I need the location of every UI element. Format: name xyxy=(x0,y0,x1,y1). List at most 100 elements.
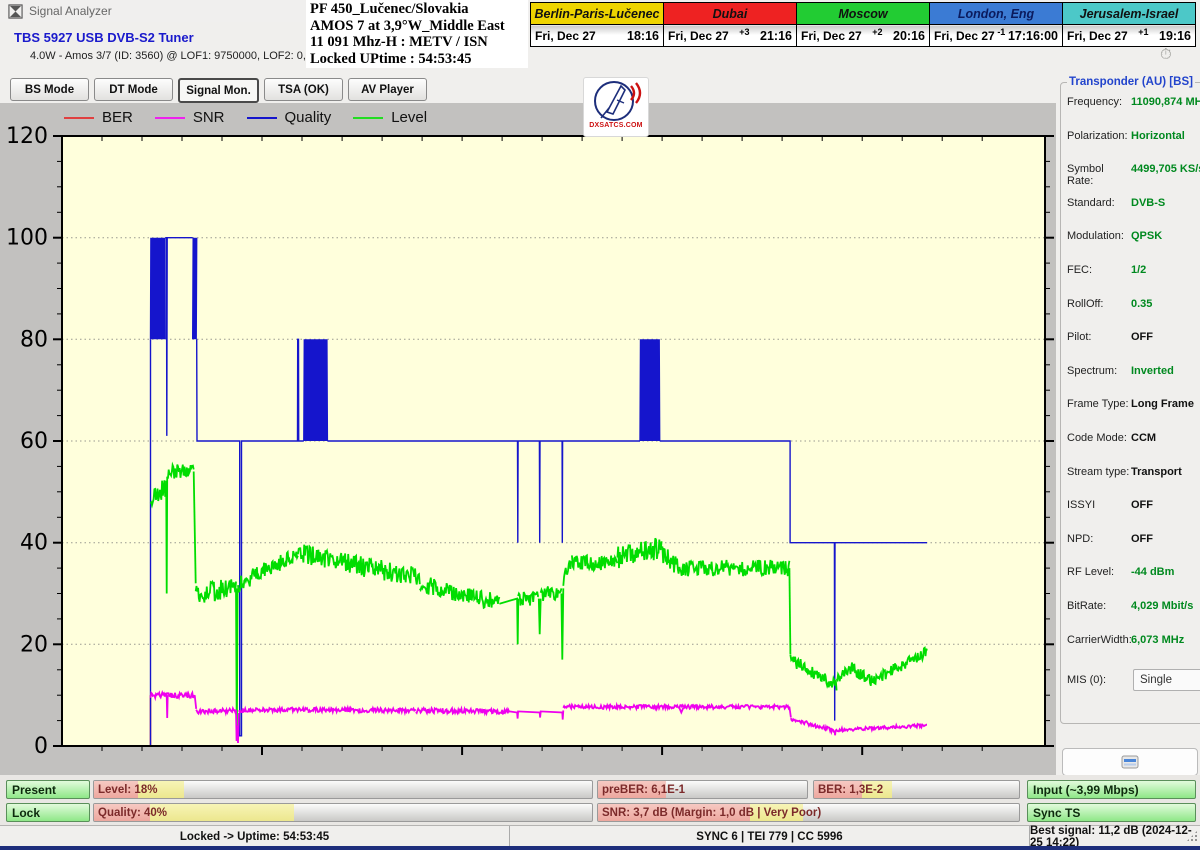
mode-button-dt-mode[interactable]: DT Mode xyxy=(94,78,173,101)
transponder-row: Symbol Rate:4499,705 KS/s xyxy=(1067,157,1200,191)
clock-time: 21:16 xyxy=(760,29,792,43)
transponder-row: NPD:OFF xyxy=(1067,527,1200,561)
app-title: Signal Analyzer xyxy=(29,4,112,18)
clock-date: Fri, Dec 27 xyxy=(535,29,596,43)
transponder-row-value: Horizontal xyxy=(1131,130,1185,142)
mode-button-av-player[interactable]: AV Player xyxy=(348,78,427,101)
clock-time-cell: Fri, Dec 27-117:16:00 xyxy=(930,25,1063,47)
satellite-dish-icon xyxy=(587,78,645,124)
transponder-row: Frequency:11090,874 MHz xyxy=(1067,90,1200,124)
transponder-row-value: 0.35 xyxy=(1131,298,1152,310)
transponder-row-label: ISSYI xyxy=(1067,499,1131,511)
transponder-row: Stream type:Transport xyxy=(1067,460,1200,494)
transponder-row-value: Transport xyxy=(1131,466,1182,478)
legend-label: Quality xyxy=(285,109,332,126)
clock-utc-offset: -1 xyxy=(997,27,1005,37)
transponder-row-value: Long Frame xyxy=(1131,398,1194,410)
site-info-line: 11 091 Mhz-H : METV / ISN xyxy=(310,34,524,51)
transponder-row-label: RF Level: xyxy=(1067,566,1131,578)
transponder-row-value: 4499,705 KS/s xyxy=(1131,163,1200,175)
transponder-row: Code Mode:CCM xyxy=(1067,426,1200,460)
clock-utc-offset: +1 xyxy=(1138,27,1148,37)
clock-city-header: Berlin-Paris-Lučenec xyxy=(531,3,664,25)
transponder-row-value: DVB-S xyxy=(1131,197,1165,209)
transponder-row: Spectrum:Inverted xyxy=(1067,359,1200,393)
lock-indicator: Lock xyxy=(6,803,90,822)
site-info-line: Locked UPtime : 54:53:45 xyxy=(310,51,524,68)
legend-item-level: Level xyxy=(353,109,427,126)
world-clocks: Berlin-Paris-LučenecDubaiMoscowLondon, E… xyxy=(530,2,1196,47)
tuner-name: TBS 5927 USB DVB-S2 Tuner xyxy=(14,30,194,45)
mode-button-bs-mode[interactable]: BS Mode xyxy=(10,78,89,101)
legend-label: Level xyxy=(391,109,427,126)
transponder-row-value: 11090,874 MHz xyxy=(1131,96,1200,108)
quality-bar: Quality: 40% xyxy=(93,803,593,822)
transponder-row: RF Level:-44 dBm xyxy=(1067,560,1200,594)
mode-button-signal-mon[interactable]: Signal Mon. xyxy=(178,78,259,103)
clock-date: Fri, Dec 27 xyxy=(934,29,995,43)
preber-bar-label: preBER: 6,1E-1 xyxy=(602,781,685,798)
transponder-title: Transponder (AU) [BS] xyxy=(1067,76,1195,88)
transponder-row: FEC:1/2 xyxy=(1067,258,1200,292)
transponder-row-label: CarrierWidth: xyxy=(1067,634,1131,646)
mis-dropdown[interactable]: Single ⌄ xyxy=(1133,669,1200,691)
clock-utc-offset: +3 xyxy=(739,27,749,37)
ts-recorder-button[interactable] xyxy=(1062,748,1198,776)
transponder-row-label: Code Mode: xyxy=(1067,432,1131,444)
site-info-line: PF 450_Lučenec/Slovakia xyxy=(310,1,524,18)
transponder-row-value: CCM xyxy=(1131,432,1156,444)
transponder-row-label: Frequency: xyxy=(1067,96,1131,108)
preber-bar: preBER: 6,1E-1 xyxy=(597,780,808,799)
transponder-row: Pilot:OFF xyxy=(1067,325,1200,359)
transponder-panel: Transponder (AU) [BS] Frequency:11090,87… xyxy=(1056,68,1200,775)
clock-time: 20:16 xyxy=(893,29,925,43)
signal-analyzer-window: Signal Analyzer TBS 5927 USB DVB-S2 Tune… xyxy=(0,0,1200,850)
transponder-row-value: -44 dBm xyxy=(1131,566,1174,578)
mode-button-bar: BS ModeDT ModeSignal Mon.TSA (OK)AV Play… xyxy=(10,78,427,103)
ber-bar: BER: 1,3E-2 xyxy=(813,780,1020,799)
transponder-row-label: Symbol Rate: xyxy=(1067,163,1131,187)
legend-item-quality: Quality xyxy=(247,109,332,126)
clock-utc-offset: +2 xyxy=(872,27,882,37)
transponder-row-value: OFF xyxy=(1131,499,1153,511)
site-info-line: AMOS 7 at 3,9°W_Middle East xyxy=(310,18,524,35)
mis-label: MIS (0): xyxy=(1067,674,1131,686)
clock-time-cell: Fri, Dec 27+220:16 xyxy=(797,25,930,47)
clock-time-cell: Fri, Dec 27+321:16 xyxy=(664,25,797,47)
app-icon xyxy=(8,4,23,19)
clock-time: 17:16:00 xyxy=(1008,29,1058,43)
clock-city-header: Moscow xyxy=(797,3,930,25)
transponder-row: Standard:DVB-S xyxy=(1067,191,1200,225)
transponder-row-value: Inverted xyxy=(1131,365,1174,377)
transponder-row: ISSYIOFF xyxy=(1067,493,1200,527)
transponder-row-label: Standard: xyxy=(1067,197,1131,209)
clock-watermark-icon: ⏱ xyxy=(1160,46,1172,63)
transponder-row: Modulation:QPSK xyxy=(1067,224,1200,258)
clock-date: Fri, Dec 27 xyxy=(1067,29,1128,43)
transponder-row-label: Modulation: xyxy=(1067,230,1131,242)
transponder-row-label: FEC: xyxy=(1067,264,1131,276)
clock-time-cell: Fri, Dec 2718:16 xyxy=(531,25,664,47)
mis-value: Single xyxy=(1140,674,1172,686)
signal-history-chart: 020406080100120 xyxy=(0,103,1056,775)
ts-device-icon xyxy=(1121,755,1139,769)
chart-legend: BERSNRQualityLevel xyxy=(64,109,427,126)
transponder-row-label: Frame Type: xyxy=(1067,398,1131,410)
transponder-row-label: Stream type: xyxy=(1067,466,1131,478)
clock-city-header: Dubai xyxy=(664,3,797,25)
legend-label: SNR xyxy=(193,109,225,126)
present-indicator: Present xyxy=(6,780,90,799)
transponder-row-label: NPD: xyxy=(1067,533,1131,545)
transponder-row-label: Spectrum: xyxy=(1067,365,1131,377)
input-rate-indicator: Input (~3,99 Mbps) xyxy=(1027,780,1196,799)
transponder-row-value: 1/2 xyxy=(1131,264,1146,276)
level-bar-label: Level: 18% xyxy=(98,781,157,798)
status-bar: Locked -> Uptime: 54:53:45 SYNC 6 | TEI … xyxy=(0,825,1200,847)
statusbar-best-signal: Best signal: 11,2 dB (2024-12-25 14:22) xyxy=(1030,826,1200,847)
mode-button-tsa-ok[interactable]: TSA (OK) xyxy=(264,78,343,101)
logo-text: DXSATCS.COM xyxy=(589,122,642,129)
statusbar-uptime: Locked -> Uptime: 54:53:45 xyxy=(0,826,510,847)
clock-city-header: London, Eng xyxy=(930,3,1063,25)
transponder-row: CarrierWidth:6,073 MHz xyxy=(1067,628,1200,662)
svg-text:20: 20 xyxy=(20,632,48,657)
